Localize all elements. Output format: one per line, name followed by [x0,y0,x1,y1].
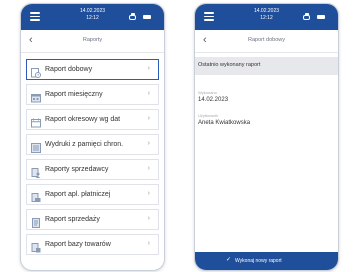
user-value: Aneta Kwiatkowska [198,120,251,126]
run-new-report-label: Wykonaj nowy raport [235,258,282,264]
last-report-section-header: Ostatnio wykonany raport [195,57,338,75]
phone-daily-report: 14.02.2023 12:12 ‹ Raport dobowy Ostatni… [194,3,339,271]
menu-item[interactable]: Raport apl. płatniczej › [26,184,159,205]
user-label: Użytkownik [198,113,219,118]
menu-item[interactable]: Raport dobowy › [26,59,159,80]
chevron-right-icon: › [147,165,150,172]
menu-item-label: Raport sprzedaży [45,216,100,223]
menu-item[interactable]: Raport okresowy wg dat › [26,109,159,130]
chevron-right-icon: › [147,65,150,72]
reports-menu-list: Raport dobowy › Raport miesięczny › Raport o… [26,59,159,259]
calendar-month-icon [31,90,41,103]
battery-icon [143,15,151,19]
run-new-report-button[interactable]: ✓ Wykonaj nowy raport [195,252,338,270]
sales-report-icon [31,215,41,228]
menu-item[interactable]: Raport miesięczny › [26,84,159,105]
nav-bar: ‹ Raport dobowy [195,30,338,53]
menu-item[interactable]: Raporty sprzedawcy › [26,159,159,180]
menu-item[interactable]: Raport bazy towarów › [26,234,159,255]
checkmark-icon: ✓ [226,257,232,263]
menu-item-label: Raport apl. płatniczej [45,191,111,198]
menu-item-label: Wydruki z pamięci chron. [45,141,124,148]
menu-item-label: Raport dobowy [45,66,93,73]
menu-item[interactable]: Raport sprzedaży › [26,209,159,230]
goods-base-icon [31,240,41,253]
clock-report-icon [31,65,41,78]
seller-report-icon [31,165,41,178]
chevron-right-icon: › [147,140,150,147]
printer-status-icon [128,13,138,21]
calendar-range-icon [31,115,41,128]
executed-label: Wykonano [198,90,217,95]
page-title: Raport dobowy [248,37,285,43]
executed-value: 14.02.2023 [198,97,229,103]
chevron-right-icon: › [147,115,150,122]
section-title: Ostatnio wykonany raport [198,62,261,68]
menu-item[interactable]: Wydruki z pamięci chron. › [26,134,159,155]
memory-print-icon [31,140,41,153]
printer-status-icon [302,13,312,21]
app-header-bar: 14.02.2023 12:12 [195,4,338,30]
chevron-right-icon: › [147,240,150,247]
status-icons [302,13,326,22]
chevron-right-icon: › [147,215,150,222]
menu-item-label: Raport okresowy wg dat [45,116,121,123]
app-header-bar: 14.02.2023 12:12 [21,4,164,30]
menu-item-label: Raport miesięczny [45,91,103,98]
chevron-right-icon: › [147,190,150,197]
battery-icon [317,15,325,19]
menu-item-label: Raporty sprzedawcy [45,166,109,173]
phone-reports-menu: 14.02.2023 12:12 ‹ Raporty Raport dobowy… [20,3,165,271]
payment-app-icon [31,190,41,202]
menu-item-label: Raport bazy towarów [45,241,111,248]
chevron-right-icon: › [147,90,150,97]
page-title: Raporty [82,37,103,43]
nav-bar: ‹ Raporty [21,30,164,53]
status-icons [128,13,152,22]
